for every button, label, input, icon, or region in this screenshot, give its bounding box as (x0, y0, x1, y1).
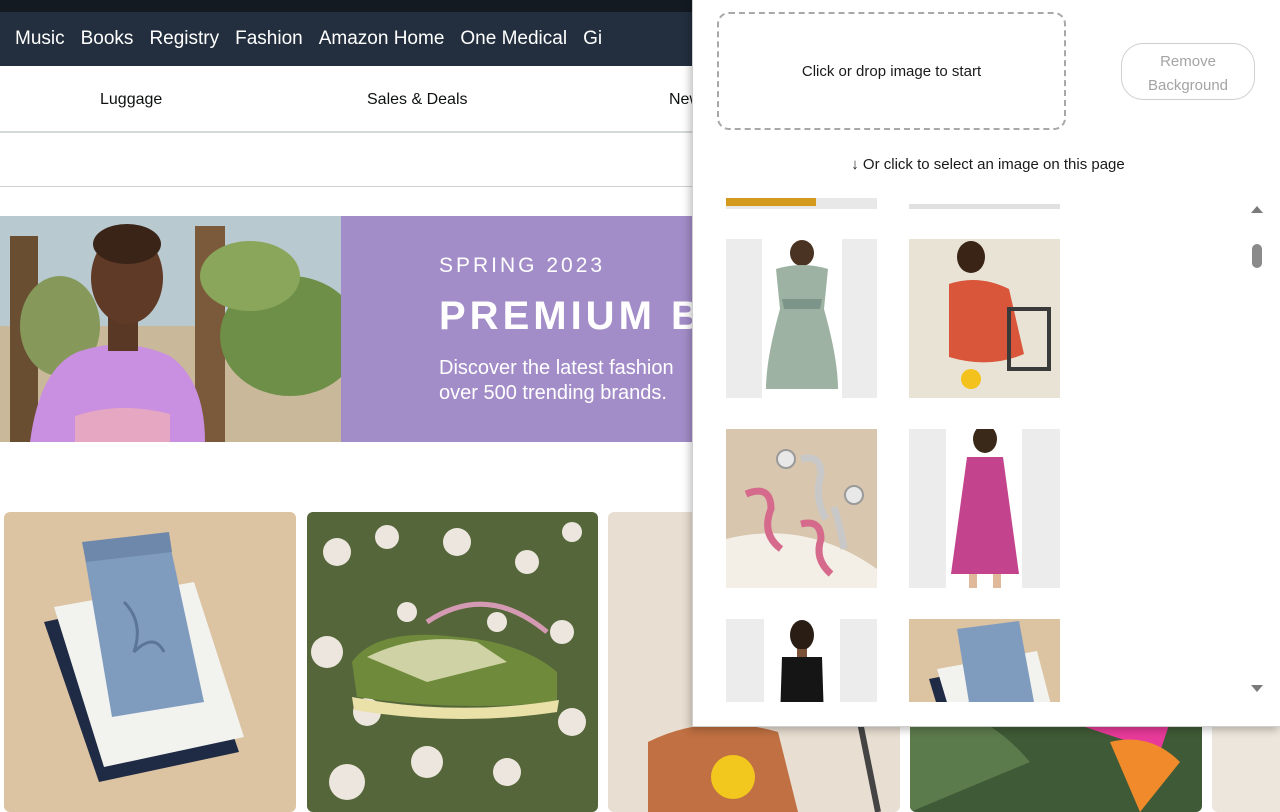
image-thumbnail[interactable] (726, 429, 877, 588)
nav-item-registry[interactable]: Registry (149, 28, 219, 50)
subnav-item-sales-deals[interactable]: Sales & Deals (367, 91, 468, 109)
scroll-down-arrow-icon[interactable] (1251, 685, 1263, 692)
page-image-gallery (693, 196, 1263, 702)
image-drop-zone[interactable]: Click or drop image to start (717, 12, 1066, 130)
scrollbar-thumb[interactable] (1252, 244, 1262, 268)
nav-item-fashion[interactable]: Fashion (235, 28, 303, 50)
nav-item-amazon-home[interactable]: Amazon Home (319, 28, 445, 50)
scroll-up-arrow-icon[interactable] (1251, 206, 1263, 213)
image-thumbnail[interactable] (726, 239, 877, 398)
select-image-hint: ↓ Or click to select an image on this pa… (851, 156, 1125, 173)
product-tile-jeans[interactable] (4, 512, 296, 812)
remove-background-button[interactable]: Remove Background (1121, 43, 1255, 100)
nav-items: Music Books Registry Fashion Amazon Home… (0, 24, 602, 54)
image-thumbnail[interactable] (909, 429, 1060, 588)
drop-zone-label: Click or drop image to start (801, 62, 982, 80)
gallery-scrollbar[interactable] (1245, 200, 1269, 700)
remove-button-label-line-1: Remove (1160, 52, 1216, 70)
product-tile-sneaker[interactable] (307, 512, 598, 812)
image-thumbnail[interactable] (909, 239, 1060, 398)
image-thumbnail[interactable] (726, 196, 877, 209)
image-thumbnail[interactable] (909, 196, 1060, 209)
hero-eyebrow: SPRING 2023 (439, 254, 606, 277)
image-thumbnail[interactable] (909, 619, 1060, 702)
remove-button-label-line-2: Background (1147, 76, 1229, 94)
remove-background-popup: Click or drop image to start Remove Back… (692, 0, 1280, 727)
image-thumbnail[interactable] (726, 619, 877, 702)
hero-photo (0, 216, 341, 442)
subnav-item-luggage[interactable]: Luggage (100, 91, 162, 109)
nav-item-music[interactable]: Music (15, 28, 65, 50)
nav-item-gift[interactable]: Gi (583, 28, 602, 50)
nav-item-books[interactable]: Books (81, 28, 134, 50)
nav-item-one-medical[interactable]: One Medical (460, 28, 567, 50)
